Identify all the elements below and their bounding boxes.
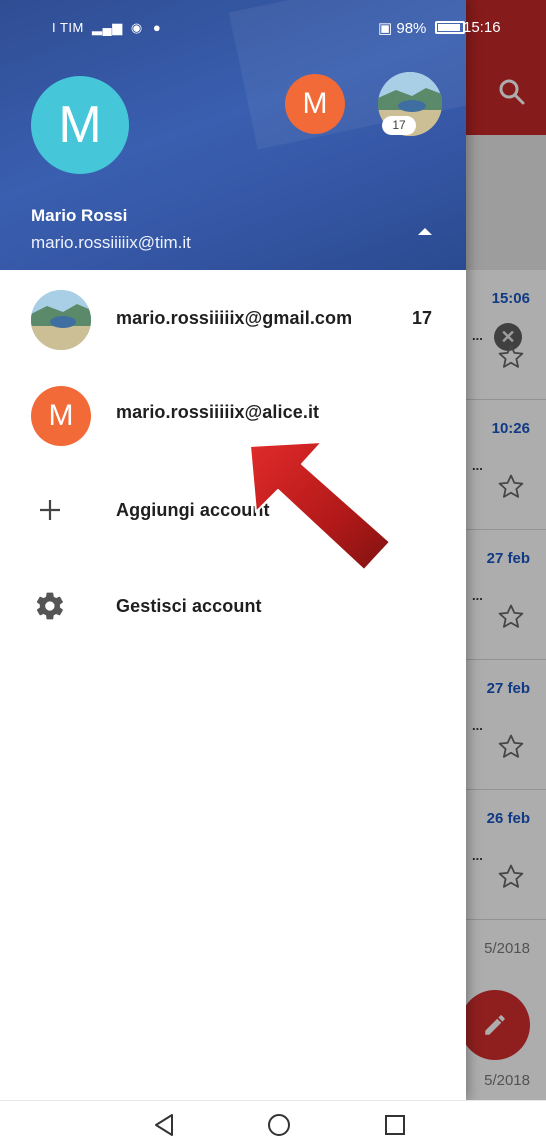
status-clock: 15:16 bbox=[463, 19, 501, 36]
unread-count: 17 bbox=[412, 308, 433, 328]
manage-accounts-label: Gestisci account bbox=[116, 596, 262, 616]
avatar[interactable]: M bbox=[31, 76, 129, 174]
unread-count-badge: 17 bbox=[382, 116, 416, 135]
signal-icon: ▂▄▆ bbox=[92, 20, 123, 35]
navigation-drawer: M M 17 Mario Rossi mario.rossiiiiix@tim.… bbox=[0, 0, 466, 1100]
secondary-account-avatar[interactable]: M bbox=[285, 74, 345, 134]
carrier-status: I TIM ▂▄▆ ◉ ● bbox=[52, 20, 162, 35]
account-email-label: mario.rossiiiiix@gmail.com bbox=[116, 308, 353, 328]
list-item-account-gmail[interactable]: mario.rossiiiiix@gmail.com 17 bbox=[0, 272, 466, 368]
add-account-button[interactable]: Aggiungi account bbox=[0, 464, 466, 560]
wifi-icon: ◉ bbox=[130, 20, 143, 35]
recents-square-icon[interactable] bbox=[380, 1111, 410, 1139]
location-icon: ● bbox=[152, 20, 162, 35]
account-photo-avatar bbox=[31, 290, 91, 350]
account-name: Mario Rossi bbox=[31, 206, 128, 225]
home-circle-icon[interactable] bbox=[264, 1111, 294, 1139]
system-navigation-bar bbox=[0, 1100, 546, 1147]
account-letter-avatar: M bbox=[31, 386, 91, 446]
battery-icon bbox=[434, 21, 465, 34]
back-triangle-icon[interactable] bbox=[150, 1111, 180, 1139]
gear-icon bbox=[34, 590, 66, 622]
add-account-label: Aggiungi account bbox=[116, 500, 270, 520]
nfc-icon: ▣ bbox=[378, 20, 393, 37]
status-bar: I TIM ▂▄▆ ◉ ● ▣ 98% 15:16 bbox=[0, 0, 546, 56]
account-email: mario.rossiiiiix@tim.it bbox=[31, 233, 191, 252]
manage-accounts-button[interactable]: Gestisci account bbox=[0, 560, 466, 656]
triangle-up-icon[interactable] bbox=[410, 220, 440, 242]
plus-icon bbox=[34, 494, 66, 526]
account-email-label: mario.rossiiiiix@alice.it bbox=[116, 402, 320, 422]
battery-status: ▣ 98% bbox=[378, 19, 469, 37]
list-item-account-alice[interactable]: M mario.rossiiiiix@alice.it bbox=[0, 368, 466, 464]
